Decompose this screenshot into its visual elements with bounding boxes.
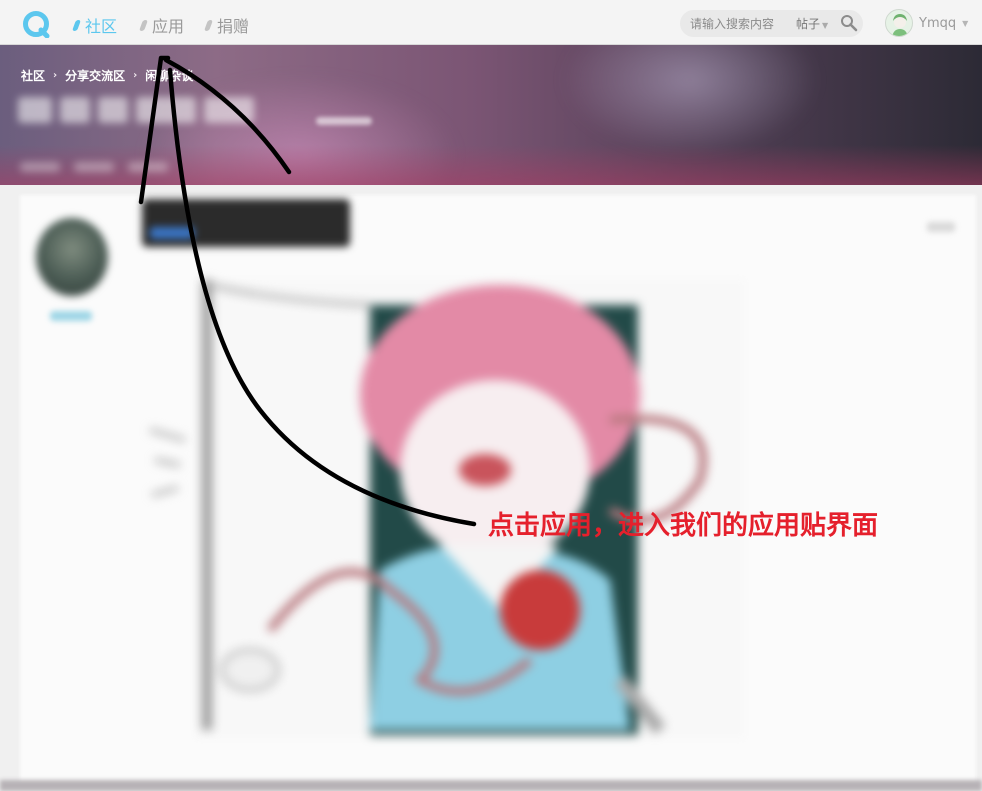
- chevron-right-icon: ›: [133, 70, 138, 81]
- chevron-down-icon: ▼: [822, 21, 829, 30]
- nav-tab-label: 应用: [152, 17, 185, 36]
- username: Ymqq: [919, 15, 957, 31]
- thread-banner: 社区 › 分享交流区 › 闲聊杂谈: [0, 45, 982, 185]
- blurred-thread-stats: [20, 157, 220, 172]
- search-box: 帖子▼: [680, 10, 863, 37]
- nav-tab-community[interactable]: 社区: [71, 13, 118, 37]
- search-icon[interactable]: [840, 14, 858, 32]
- author-avatar[interactable]: [36, 218, 108, 296]
- nav-slash-icon: [138, 19, 149, 31]
- user-menu[interactable]: Ymqq ▼: [885, 9, 968, 37]
- annotation-instruction-text: 点击应用，进入我们的应用贴界面: [488, 511, 879, 541]
- search-input[interactable]: [690, 14, 782, 33]
- nav-slash-icon: [71, 19, 82, 31]
- chevron-right-icon: ›: [53, 70, 58, 81]
- breadcrumb-item-community[interactable]: 社区: [21, 67, 45, 84]
- author-name-blurred[interactable]: [50, 311, 92, 321]
- footer-edge: [0, 780, 982, 791]
- nav-tab-label: 捐赠: [217, 17, 250, 36]
- blurred-thread-tag: [316, 117, 372, 125]
- search-scope-dropdown[interactable]: 帖子 ▼: [796, 15, 828, 32]
- banner-glow: [560, 45, 820, 155]
- breadcrumb-item-share-exchange[interactable]: 分享交流区: [65, 67, 125, 84]
- nav-slash-icon: [203, 19, 214, 31]
- blurred-thread-title: [18, 97, 298, 133]
- post-meta-blurred: [142, 199, 350, 247]
- breadcrumb: 社区 › 分享交流区 › 闲聊杂谈: [21, 67, 193, 84]
- post-floor-blurred: [927, 222, 955, 232]
- nav-tab-label: 社区: [85, 17, 118, 36]
- forum-logo-icon[interactable]: [22, 10, 50, 38]
- nav-tab-donate[interactable]: 捐赠: [203, 13, 250, 37]
- user-avatar-icon: [885, 9, 913, 37]
- nav-tab-apps[interactable]: 应用: [138, 13, 185, 37]
- top-navigation-bar: 社区 应用 捐赠 帖子▼ Ymqq ▼: [0, 0, 982, 45]
- chevron-down-icon: ▼: [962, 18, 969, 28]
- breadcrumb-item-chat[interactable]: 闲聊杂谈: [145, 67, 193, 84]
- search-scope-label: 帖子: [796, 17, 821, 31]
